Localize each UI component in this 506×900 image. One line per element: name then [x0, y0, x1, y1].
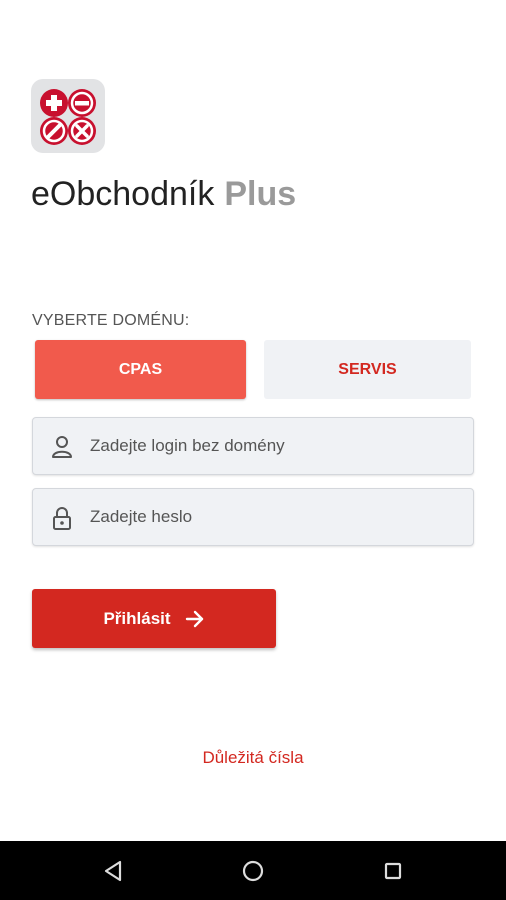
- app-name-suffix: Plus: [224, 175, 297, 213]
- login-field[interactable]: [32, 417, 474, 475]
- lock-icon: [53, 507, 71, 530]
- recents-icon[interactable]: [379, 857, 407, 885]
- system-navbar: [0, 841, 506, 900]
- home-icon[interactable]: [239, 857, 267, 885]
- user-icon: [52, 436, 72, 458]
- calculator-operators-icon: [40, 89, 96, 145]
- domain-cpas-button[interactable]: CPAS: [35, 340, 246, 399]
- password-input[interactable]: [90, 489, 460, 545]
- login-input[interactable]: [90, 418, 460, 474]
- app-logo: [31, 79, 105, 153]
- login-button-label: Přihlásit: [103, 608, 171, 628]
- login-button[interactable]: Přihlásit: [32, 589, 276, 648]
- domain-servis-button[interactable]: SERVIS: [264, 340, 471, 399]
- important-numbers-link[interactable]: Důležitá čísla: [0, 748, 506, 768]
- password-field[interactable]: [32, 488, 474, 546]
- back-icon[interactable]: [100, 857, 128, 885]
- domain-label: VYBERTE DOMÉNU:: [32, 312, 190, 329]
- app-title: eObchodník Plus: [31, 172, 296, 216]
- arrow-right-icon: [185, 610, 203, 627]
- app-name: eObchodník: [31, 175, 215, 213]
